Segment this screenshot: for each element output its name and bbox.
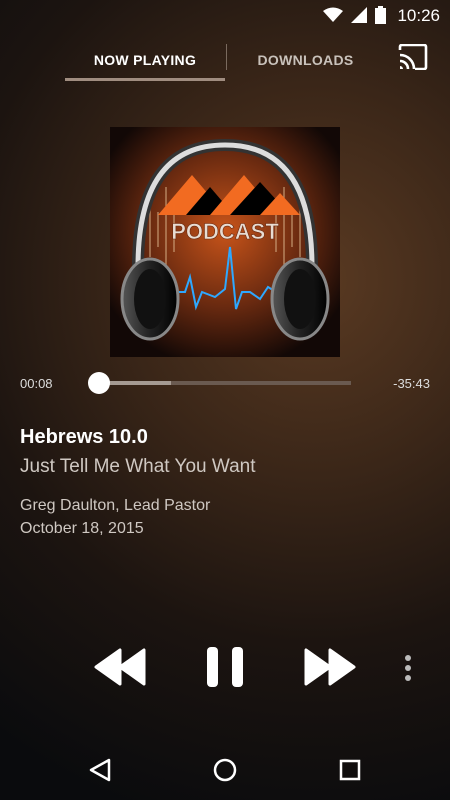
battery-icon (375, 6, 386, 24)
episode-title: Hebrews 10.0 (20, 426, 148, 448)
more-vert-icon[interactable] (402, 654, 414, 682)
pause-icon[interactable] (207, 647, 243, 687)
podcast-artwork-image: PODCAST (110, 127, 340, 357)
tab-indicator (65, 78, 225, 81)
cast-icon[interactable] (398, 44, 428, 70)
episode-author: Greg Daulton, Lead Pastor (20, 497, 211, 514)
podcast-artwork: PODCAST (110, 127, 340, 357)
status-bar: 10:26 (0, 0, 450, 32)
episode-date: October 18, 2015 (20, 520, 144, 537)
status-icons (323, 6, 386, 24)
rewind-icon[interactable] (94, 648, 146, 686)
remaining-time: -35:43 (393, 376, 430, 391)
elapsed-time: 00:08 (20, 376, 53, 391)
seek-bar[interactable] (99, 381, 351, 385)
tab-bar: NOW PLAYING DOWNLOADS (0, 40, 450, 84)
wifi-icon (323, 7, 343, 22)
tab-divider (226, 44, 227, 70)
system-nav-bar (0, 740, 450, 800)
tab-now-playing[interactable]: NOW PLAYING (65, 40, 225, 80)
tab-downloads[interactable]: DOWNLOADS (228, 40, 383, 80)
back-icon[interactable] (80, 754, 120, 786)
artwork-label: PODCAST (171, 219, 279, 244)
episode-subtitle: Just Tell Me What You Want (20, 456, 256, 477)
seek-thumb[interactable] (88, 372, 110, 394)
status-time: 10:26 (397, 6, 440, 25)
signal-icon (351, 7, 367, 23)
fast-forward-icon[interactable] (304, 648, 356, 686)
recents-icon[interactable] (330, 754, 370, 786)
home-icon[interactable] (205, 754, 245, 786)
